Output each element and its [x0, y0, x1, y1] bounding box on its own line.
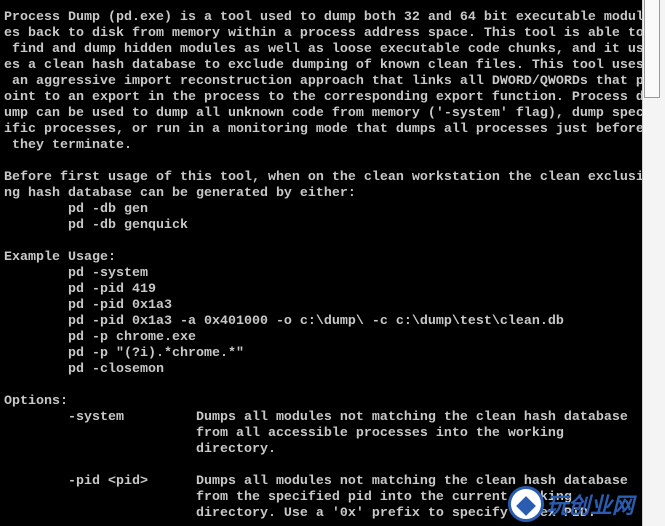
watermark-text: 玩创业网 [546, 494, 635, 519]
watermark-logo-icon [508, 486, 544, 522]
console-line: ific processes, or run in a monitoring m… [4, 122, 642, 137]
console-line: Before first usage of this tool, when on… [4, 170, 642, 185]
console-output: Process Dump (pd.exe) is a tool used to … [0, 0, 642, 526]
console-line: Options: [4, 394, 68, 409]
console-line: Example Usage: [4, 250, 116, 265]
console-line: es back to disk from memory within a pro… [4, 26, 642, 41]
console-line: pd -closemon [4, 362, 164, 377]
console-line: oint to an export in the process to the … [4, 90, 642, 105]
console-line: ng hash database can be generated by eit… [4, 186, 356, 201]
console-line: es a clean hash database to exclude dump… [4, 58, 642, 73]
console-line: an aggressive import reconstruction appr… [4, 74, 642, 89]
console-line: pd -p "(?i).*chrome.*" [4, 346, 244, 361]
watermark: 玩创业网 [508, 484, 634, 524]
console-line: pd -pid 0x1a3 -a 0x401000 -o c:\dump\ -c… [4, 314, 564, 329]
console-line: pd -pid 419 [4, 282, 156, 297]
console-line: pd -pid 0x1a3 [4, 298, 172, 313]
scrollbar-thumb[interactable] [644, 0, 660, 98]
console-line: pd -system [4, 266, 148, 281]
console-line: from the specified pid into the current … [4, 490, 572, 505]
console-line: -system Dumps all modules not matching t… [4, 410, 628, 425]
console-line: they terminate. [4, 138, 132, 153]
console-line: directory. [4, 442, 276, 457]
console-line: Process Dump (pd.exe) is a tool used to … [4, 10, 642, 25]
console-line: ump can be used to dump all unknown code… [4, 106, 642, 121]
console-line: pd -db genquick [4, 218, 188, 233]
console-line: pd -p chrome.exe [4, 330, 196, 345]
console-line: from all accessible processes into the w… [4, 426, 564, 441]
vertical-scrollbar[interactable] [642, 0, 665, 526]
console-line: pd -db gen [4, 202, 148, 217]
console-line: find and dump hidden modules as well as … [4, 42, 642, 57]
